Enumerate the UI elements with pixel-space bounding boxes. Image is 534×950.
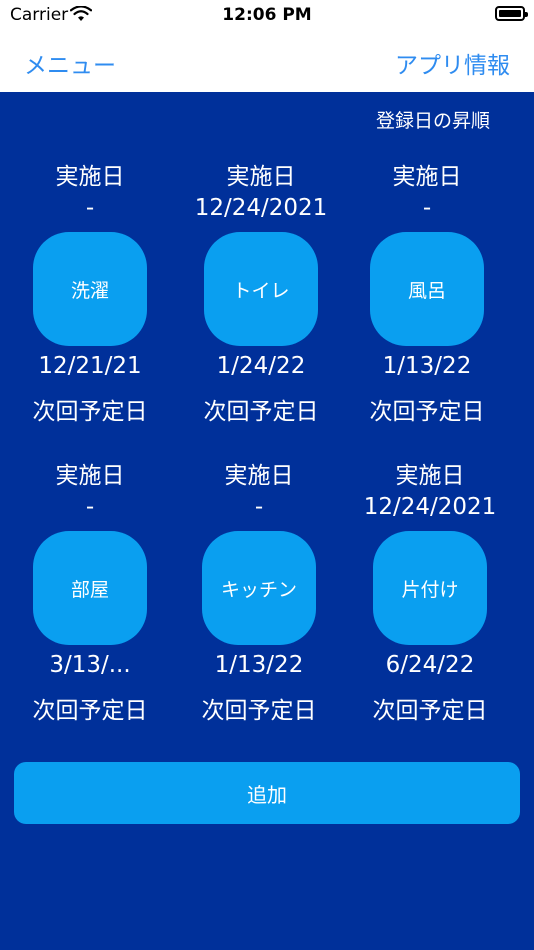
next-date-label: 次回予定日 <box>32 399 148 425</box>
menu-button[interactable]: メニュー <box>24 46 116 80</box>
battery-icon <box>495 6 528 21</box>
status-bar: Carrier 12:06 PM <box>0 0 534 30</box>
next-date-value: 12/21/21 <box>38 353 142 379</box>
next-date-label: 次回予定日 <box>203 399 319 425</box>
task-button-laundry[interactable]: 洗濯 <box>33 232 147 346</box>
task-button-toilet[interactable]: トイレ <box>204 232 318 346</box>
sort-order-button[interactable]: 登録日の昇順 <box>376 106 490 133</box>
next-date-value: 6/24/22 <box>385 652 475 678</box>
done-date-value: - <box>85 494 95 520</box>
done-date-label: 実施日 <box>55 164 125 190</box>
app-info-button[interactable]: アプリ情報 <box>395 46 510 80</box>
next-date-label: 次回予定日 <box>32 698 148 724</box>
next-date-label: 次回予定日 <box>372 698 488 724</box>
task-button-bath[interactable]: 風呂 <box>370 232 484 346</box>
done-date-value: 12/24/2021 <box>194 195 328 221</box>
done-date-value: - <box>254 494 264 520</box>
add-button[interactable]: 追加 <box>14 762 520 824</box>
task-button-room[interactable]: 部屋 <box>33 531 147 645</box>
main-content: 登録日の昇順 実施日 - 洗濯 12/21/21 次回予定日 実施日 12/24… <box>0 92 534 950</box>
done-date-label: 実施日 <box>395 463 465 489</box>
task-button-kitchen[interactable]: キッチン <box>202 531 316 645</box>
task-button-tidying[interactable]: 片付け <box>373 531 487 645</box>
next-date-label: 次回予定日 <box>369 399 485 425</box>
done-date-value: - <box>422 195 432 221</box>
done-date-value: 12/24/2021 <box>363 494 497 520</box>
next-date-value: 1/13/22 <box>382 353 472 379</box>
next-date-value: 3/13/... <box>49 652 131 678</box>
done-date-label: 実施日 <box>224 463 294 489</box>
done-date-label: 実施日 <box>226 164 296 190</box>
done-date-label: 実施日 <box>55 463 125 489</box>
navigation-bar: メニュー アプリ情報 <box>0 30 534 92</box>
done-date-value: - <box>85 195 95 221</box>
done-date-label: 実施日 <box>392 164 462 190</box>
status-time: 12:06 PM <box>222 5 312 25</box>
next-date-value: 1/13/22 <box>214 652 304 678</box>
next-date-label: 次回予定日 <box>201 698 317 724</box>
next-date-value: 1/24/22 <box>216 353 306 379</box>
